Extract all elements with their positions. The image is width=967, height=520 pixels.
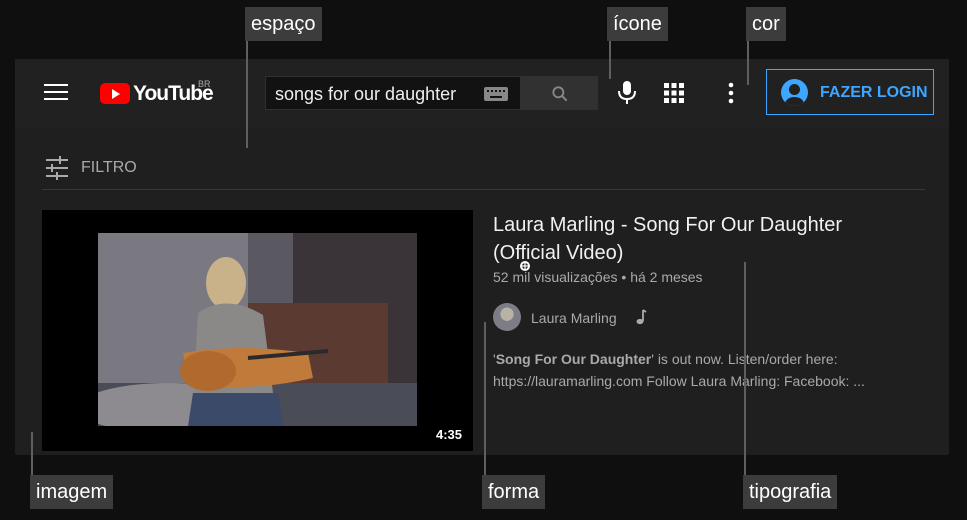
top-bar: YouTube BR songs for our daughter FAZER … — [15, 59, 949, 127]
view-count: 52 mil visualizações — [493, 269, 618, 285]
channel-name[interactable]: Laura Marling — [531, 310, 617, 326]
youtube-results-panel: YouTube BR songs for our daughter FAZER … — [15, 59, 949, 455]
description-highlight: Song For Our Daughter — [495, 351, 652, 367]
menu-icon[interactable] — [44, 84, 68, 102]
account-icon — [781, 79, 808, 106]
search-query: songs for our daughter — [275, 84, 457, 104]
region-code: BR — [198, 79, 211, 89]
search-icon — [552, 86, 568, 102]
forma-leader — [484, 322, 486, 477]
search-input[interactable]: songs for our daughter — [265, 76, 521, 110]
cursor-icon — [520, 261, 530, 271]
more-vert-icon[interactable] — [726, 81, 736, 105]
video-thumbnail[interactable]: 4:35 — [42, 210, 473, 451]
video-description: 'Song For Our Daughter' is out now. List… — [493, 348, 933, 392]
video-title[interactable]: Laura Marling - Song For Our Daughter (O… — [493, 211, 893, 267]
sign-in-label: FAZER LOGIN — [820, 84, 928, 101]
channel-avatar[interactable] — [493, 303, 521, 331]
divider — [42, 189, 925, 190]
sign-in-button[interactable]: FAZER LOGIN — [766, 69, 934, 115]
mic-icon[interactable] — [616, 80, 638, 106]
search-button[interactable] — [521, 76, 598, 110]
filter-icon — [46, 156, 68, 180]
play-logo-icon — [100, 83, 130, 104]
annotation-espaco: espaço — [245, 7, 322, 41]
duration-badge: 4:35 — [431, 425, 466, 444]
annotation-forma: forma — [482, 475, 546, 509]
annotation-cor: cor — [746, 7, 786, 41]
espaco-leader — [246, 41, 248, 148]
tipografia-leader — [744, 262, 746, 477]
filter-label: FILTRO — [81, 159, 137, 176]
meta-separator: • — [621, 269, 627, 285]
thumbnail-image — [98, 233, 417, 426]
imagem-leader — [31, 432, 33, 476]
annotation-tipografia: tipografia — [743, 475, 838, 509]
annotation-icone: ícone — [607, 7, 668, 41]
apps-icon[interactable] — [663, 82, 685, 104]
thumbnail-scene — [98, 233, 417, 426]
annotation-imagem: imagem — [30, 475, 114, 509]
cor-leader — [747, 41, 749, 85]
keyboard-icon[interactable] — [484, 87, 508, 101]
music-note-icon — [636, 309, 647, 325]
upload-age: há 2 meses — [630, 269, 703, 285]
icone-leader — [609, 41, 611, 79]
